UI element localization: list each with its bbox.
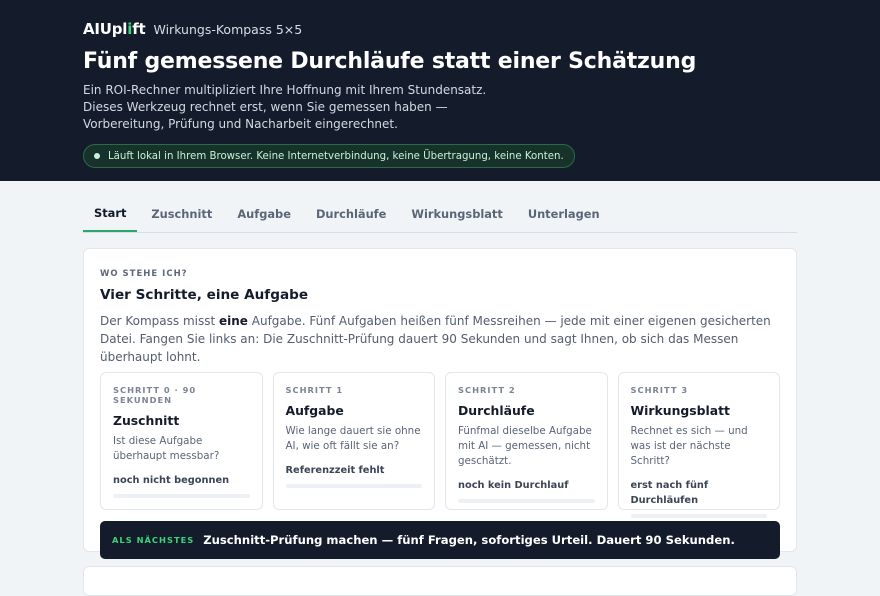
privacy-badge: Läuft lokal in Ihrem Browser. Keine Inte… <box>83 144 575 168</box>
section-title: Vier Schritte, eine Aufgabe <box>100 287 309 303</box>
step-label: SCHRITT 0 · 90 SEKUNDEN <box>113 385 197 405</box>
brand: AIUplift Wirkungs-Kompass 5×5 <box>83 20 797 38</box>
step-card-aufgabe[interactable]: SCHRITT 1 Aufgabe Wie lange dauert sie o… <box>272 372 435 510</box>
step-progress-bar <box>285 484 422 488</box>
section-lead: Der Kompass misst eine Aufgabe. Fünf Auf… <box>100 312 780 366</box>
logo-text: AIUpl <box>83 20 128 38</box>
tab-aufgabe[interactable]: Aufgabe <box>226 207 302 232</box>
step-progress-bar <box>113 494 250 498</box>
tab-wirkungsblatt[interactable]: Wirkungsblatt <box>400 207 513 232</box>
steps-list: SCHRITT 0 · 90 SEKUNDEN Zuschnitt Ist di… <box>100 372 780 518</box>
product-name: Wirkungs-Kompass 5×5 <box>153 22 303 37</box>
step-label: SCHRITT 1 <box>285 385 344 395</box>
overview-card: WO STEHE ICH? Vier Schritte, eine Aufgab… <box>83 248 797 559</box>
step-status: noch kein Durchlauf <box>458 480 569 491</box>
page-subtitle: Ein ROI-Rechner multipliziert Ihre Hoffn… <box>83 83 487 131</box>
tab-zuschnitt[interactable]: Zuschnitt <box>140 207 223 232</box>
next-step-button[interactable]: ALS NÄCHSTES Zuschnitt-Prüfung machen — … <box>100 521 780 559</box>
step-title: Wirkungsblatt <box>630 403 730 418</box>
step-description: Fünfmal dieselbe Aufgabe mit AI — gemess… <box>458 425 592 467</box>
step-card-durchlaeufe[interactable]: SCHRITT 2 Durchläufe Fünfmal dieselbe Au… <box>445 372 608 510</box>
tab-start[interactable]: Start <box>83 206 138 232</box>
step-status: Referenzzeit fehlt <box>285 465 385 476</box>
step-title: Zuschnitt <box>113 413 180 428</box>
step-title: Aufgabe <box>285 403 344 418</box>
hero-header: AIUplift Wirkungs-Kompass 5×5 Fünf gemes… <box>0 0 880 181</box>
lead-text-1: Der Kompass misst <box>100 314 220 328</box>
step-status: noch nicht begonnen <box>113 475 230 486</box>
tab-unterlagen[interactable]: Unterlagen <box>517 207 611 232</box>
logo[interactable]: AIUplift <box>83 20 146 38</box>
step-label: SCHRITT 3 <box>630 385 689 395</box>
step-card-wirkungsblatt[interactable]: SCHRITT 3 Wirkungsblatt Rechnet es sich … <box>617 372 780 518</box>
secondary-card <box>83 566 797 596</box>
step-progress-bar <box>458 499 595 503</box>
status-dot-icon <box>94 153 100 159</box>
step-description: Ist diese Aufgabe überhaupt messbar? <box>113 435 220 462</box>
lead-emphasis: eine <box>219 314 248 328</box>
step-card-zuschnitt[interactable]: SCHRITT 0 · 90 SEKUNDEN Zuschnitt Ist di… <box>100 372 263 510</box>
step-description: Wie lange dauert sie ohne AI, wie oft fä… <box>285 425 421 452</box>
page-title: Fünf gemessene Durchläufe statt einer Sc… <box>83 49 697 74</box>
next-step-text: Zuschnitt-Prüfung machen — fünf Fragen, … <box>203 533 735 547</box>
tab-bar: Start Zuschnitt Aufgabe Durchläufe Wirku… <box>83 181 797 233</box>
logo-text-tail: ft <box>132 20 146 38</box>
privacy-text: Läuft lokal in Ihrem Browser. Keine Inte… <box>108 150 564 162</box>
step-title: Durchläufe <box>458 403 535 418</box>
next-step-tag: ALS NÄCHSTES <box>112 535 195 545</box>
step-status: erst nach fünf Durchläufen <box>630 480 709 506</box>
section-eyebrow: WO STEHE ICH? <box>100 269 188 279</box>
step-description: Rechnet es sich — und was ist der nächst… <box>630 425 748 467</box>
step-progress-bar <box>630 514 767 518</box>
step-label: SCHRITT 2 <box>458 385 516 395</box>
tab-durchlaeufe[interactable]: Durchläufe <box>305 207 397 232</box>
